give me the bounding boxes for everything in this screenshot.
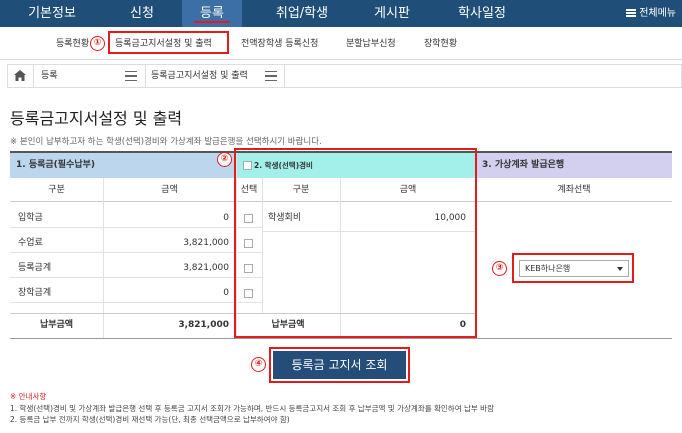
s1-total-amount: 3,821,000 <box>178 320 229 330</box>
s1-col-amount: 금액 <box>103 178 236 202</box>
menu-icon <box>626 9 637 17</box>
annotation-badge-3: ③ <box>492 261 507 276</box>
crumb-level1[interactable]: 등록 <box>41 65 58 87</box>
crumb-level1-menu-icon[interactable] <box>125 71 137 81</box>
s1-row-amount: 3,821,000 <box>183 238 229 248</box>
notice-line: 1. 학생(선택)경비 및 가상계좌 발급은행 선택 후 등록금 고지서 조회가… <box>10 404 494 413</box>
s1-row-label: 장학금계 <box>18 288 52 298</box>
s3-col-account: 계좌선택 <box>476 178 672 202</box>
section1-header: 1. 등록금(필수납부) <box>10 153 236 178</box>
highlight-box-1 <box>108 31 229 54</box>
nav-item-academic-calendar[interactable]: 학사일정 <box>446 0 518 27</box>
nav-item-basic-info[interactable]: 기본정보 <box>22 0 82 27</box>
highlight-box-2 <box>234 148 477 338</box>
top-nav: 기본정보 신청 등록 취업/학생 게시판 학사일정 전체메뉴 <box>0 0 682 27</box>
subnav-item-status[interactable]: 등록현황 <box>56 36 89 49</box>
s1-row-amount: 0 <box>223 288 229 298</box>
s1-row-label: 입학금 <box>18 213 43 223</box>
s1-total-label: 납부금액 <box>39 320 74 330</box>
nav-item-employment[interactable]: 취업/학생 <box>262 0 342 27</box>
crumb-divider <box>284 65 285 87</box>
page-description: ※ 본인이 납부하고자 하는 학생(선택)경비와 가상계좌 발급은행을 선택하시… <box>10 137 322 147</box>
crumb-level2-menu-icon[interactable] <box>265 71 277 81</box>
subnav-item-installment[interactable]: 분할납부신청 <box>346 36 396 49</box>
s1-row-amount: 0 <box>223 213 229 223</box>
annotation-badge-1: ① <box>90 36 105 51</box>
home-icon <box>14 70 26 81</box>
subnav-item-full-scholarship[interactable]: 전액장학생 등록신청 <box>241 36 318 49</box>
nav-item-registration[interactable]: 등록 <box>182 0 242 27</box>
all-menu-label: 전체메뉴 <box>639 8 676 19</box>
highlight-box-4 <box>269 347 410 383</box>
s1-col-type: 구분 <box>10 178 103 202</box>
s1-row-amount: 3,821,000 <box>183 263 229 273</box>
nav-item-apply[interactable]: 신청 <box>112 0 172 27</box>
notice-line: 2. 등록금 납부 전까지 학생(선택)경비 재선택 가능(단, 최종 선택금액… <box>10 415 290 424</box>
highlight-box-3 <box>512 253 634 283</box>
crumb-level2[interactable]: 등록금고지서설정 및 출력 <box>151 65 248 87</box>
nav-item-board[interactable]: 게시판 <box>362 0 422 27</box>
notice-title: ※ 안내사항 <box>10 392 47 401</box>
all-menu-button[interactable]: 전체메뉴 <box>626 0 676 27</box>
home-button[interactable] <box>14 65 30 87</box>
annotation-badge-4: ④ <box>251 357 266 372</box>
subnav-item-scholarship[interactable]: 장학현황 <box>424 36 457 49</box>
s1-row-label: 수업료 <box>18 238 43 248</box>
crumb-divider <box>145 65 146 87</box>
annotation-badge-2: ② <box>217 152 232 167</box>
crumb-divider <box>33 65 34 87</box>
breadcrumb: 등록 등록금고지서설정 및 출력 <box>7 64 682 88</box>
page-title: 등록금고지서설정 및 출력 <box>10 109 183 128</box>
grid-line <box>10 338 672 339</box>
section3-header: 3. 가상계좌 발급은행 <box>476 153 672 178</box>
s1-row-label: 등록금계 <box>18 263 52 273</box>
